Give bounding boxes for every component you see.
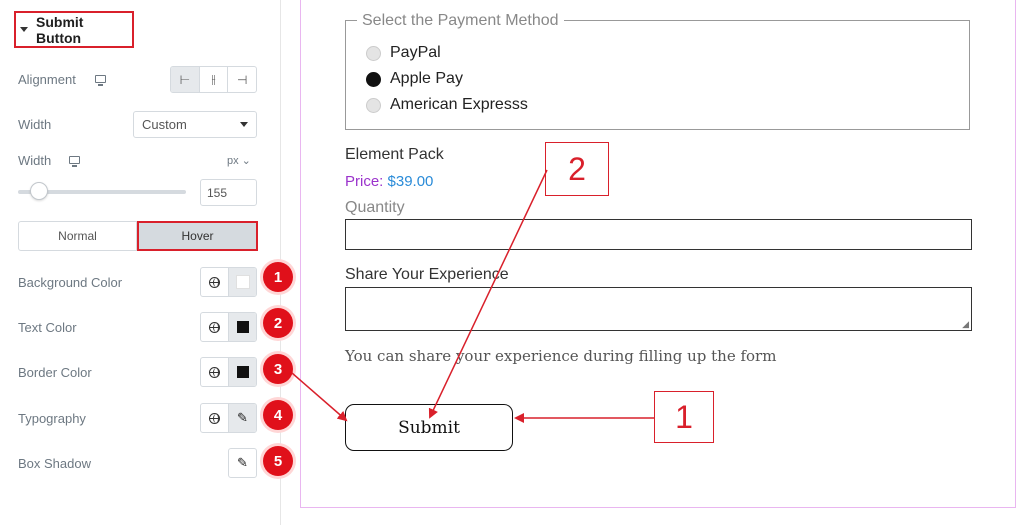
globe-icon: [209, 412, 220, 424]
caret-down-icon: [20, 27, 28, 32]
pencil-icon: ✎: [237, 410, 248, 425]
global-fonts-button[interactable]: [201, 404, 228, 432]
globe-icon: [209, 321, 220, 333]
typography-label: Typography: [18, 411, 86, 426]
unit-label: px: [227, 155, 239, 167]
radio-unchecked-icon: [366, 45, 381, 61]
pencil-icon: ✎: [237, 455, 248, 470]
price-value: $39.00: [387, 173, 434, 190]
payment-option-paypal[interactable]: PayPal: [366, 44, 441, 62]
background-color-control: [200, 267, 257, 297]
white-swatch: [235, 275, 250, 289]
width-number-input[interactable]: 155: [200, 179, 257, 206]
state-tabs: Normal Hover: [18, 221, 258, 251]
black-swatch: [236, 366, 249, 378]
settings-panel: Submit Button Alignment ⊢ ⫲ ⊣ Width Cust…: [0, 0, 281, 525]
quantity-input[interactable]: [345, 219, 972, 250]
text-color-label: Text Color: [18, 320, 77, 335]
width-select[interactable]: Custom: [133, 111, 257, 138]
border-color-swatch[interactable]: [228, 358, 256, 386]
experience-hint: You can share your experience during fil…: [345, 347, 777, 365]
payment-legend: Select the Payment Method: [357, 12, 564, 30]
payment-option-american-express[interactable]: American Expresss: [366, 96, 528, 114]
radio-unchecked-icon: [366, 97, 381, 113]
background-color-label: Background Color: [18, 275, 123, 290]
quantity-label: Quantity: [345, 199, 405, 216]
box-shadow-edit-button[interactable]: ✎: [228, 448, 257, 478]
price-label: Price:: [345, 173, 384, 190]
product-price: Price: $39.00: [345, 173, 433, 190]
experience-label: Share Your Experience: [345, 266, 509, 283]
step-badge-2: 2: [263, 308, 293, 338]
align-right-button[interactable]: ⊣: [227, 67, 256, 92]
globe-icon: [209, 276, 220, 288]
experience-textarea[interactable]: ◢: [345, 287, 972, 331]
global-colors-button[interactable]: [201, 268, 228, 296]
submit-button[interactable]: Submit: [345, 404, 513, 451]
alignment-control: ⊢ ⫲ ⊣: [170, 66, 257, 93]
border-color-label: Border Color: [18, 365, 92, 380]
chevron-down-icon: [240, 122, 248, 127]
black-swatch: [236, 321, 249, 333]
step-badge-5: 5: [263, 446, 293, 476]
global-colors-button[interactable]: [201, 358, 228, 386]
payment-option-label: PayPal: [390, 44, 441, 61]
payment-option-apple-pay[interactable]: Apple Pay: [366, 70, 463, 88]
unit-selector[interactable]: px ⌄: [227, 154, 251, 167]
step-badge-4: 4: [263, 400, 293, 430]
callout-2: 2: [545, 142, 609, 196]
typography-control: ✎: [200, 403, 257, 433]
text-color-control: [200, 312, 257, 342]
width-select-value: Custom: [142, 117, 187, 132]
align-center-button[interactable]: ⫲: [198, 67, 228, 92]
globe-icon: [209, 366, 220, 378]
step-badge-1: 1: [263, 262, 293, 292]
desktop-icon[interactable]: [69, 156, 80, 167]
width-label: Width: [18, 153, 52, 168]
tab-normal[interactable]: Normal: [18, 221, 137, 251]
background-color-swatch[interactable]: [228, 268, 256, 296]
text-color-swatch[interactable]: [228, 313, 256, 341]
border-color-control: [200, 357, 257, 387]
product-name: Element Pack: [345, 146, 444, 163]
callout-1: 1: [654, 391, 714, 443]
step-badge-3: 3: [263, 354, 293, 384]
section-title: Submit Button: [36, 13, 84, 46]
width-select-label: Width: [18, 117, 52, 132]
radio-checked-icon: [366, 71, 381, 87]
typography-edit-button[interactable]: ✎: [228, 404, 256, 432]
resize-handle-icon[interactable]: ◢: [962, 319, 969, 330]
desktop-icon[interactable]: [95, 75, 106, 86]
alignment-label: Alignment: [18, 72, 76, 87]
payment-option-label: Apple Pay: [390, 70, 463, 87]
align-left-button[interactable]: ⊢: [171, 67, 199, 92]
payment-option-label: American Expresss: [390, 96, 528, 113]
width-slider-handle[interactable]: [30, 182, 48, 200]
global-colors-button[interactable]: [201, 313, 228, 341]
tab-hover[interactable]: Hover: [137, 221, 258, 251]
box-shadow-label: Box Shadow: [18, 456, 91, 471]
section-toggle-submit-button[interactable]: Submit Button: [14, 11, 134, 48]
